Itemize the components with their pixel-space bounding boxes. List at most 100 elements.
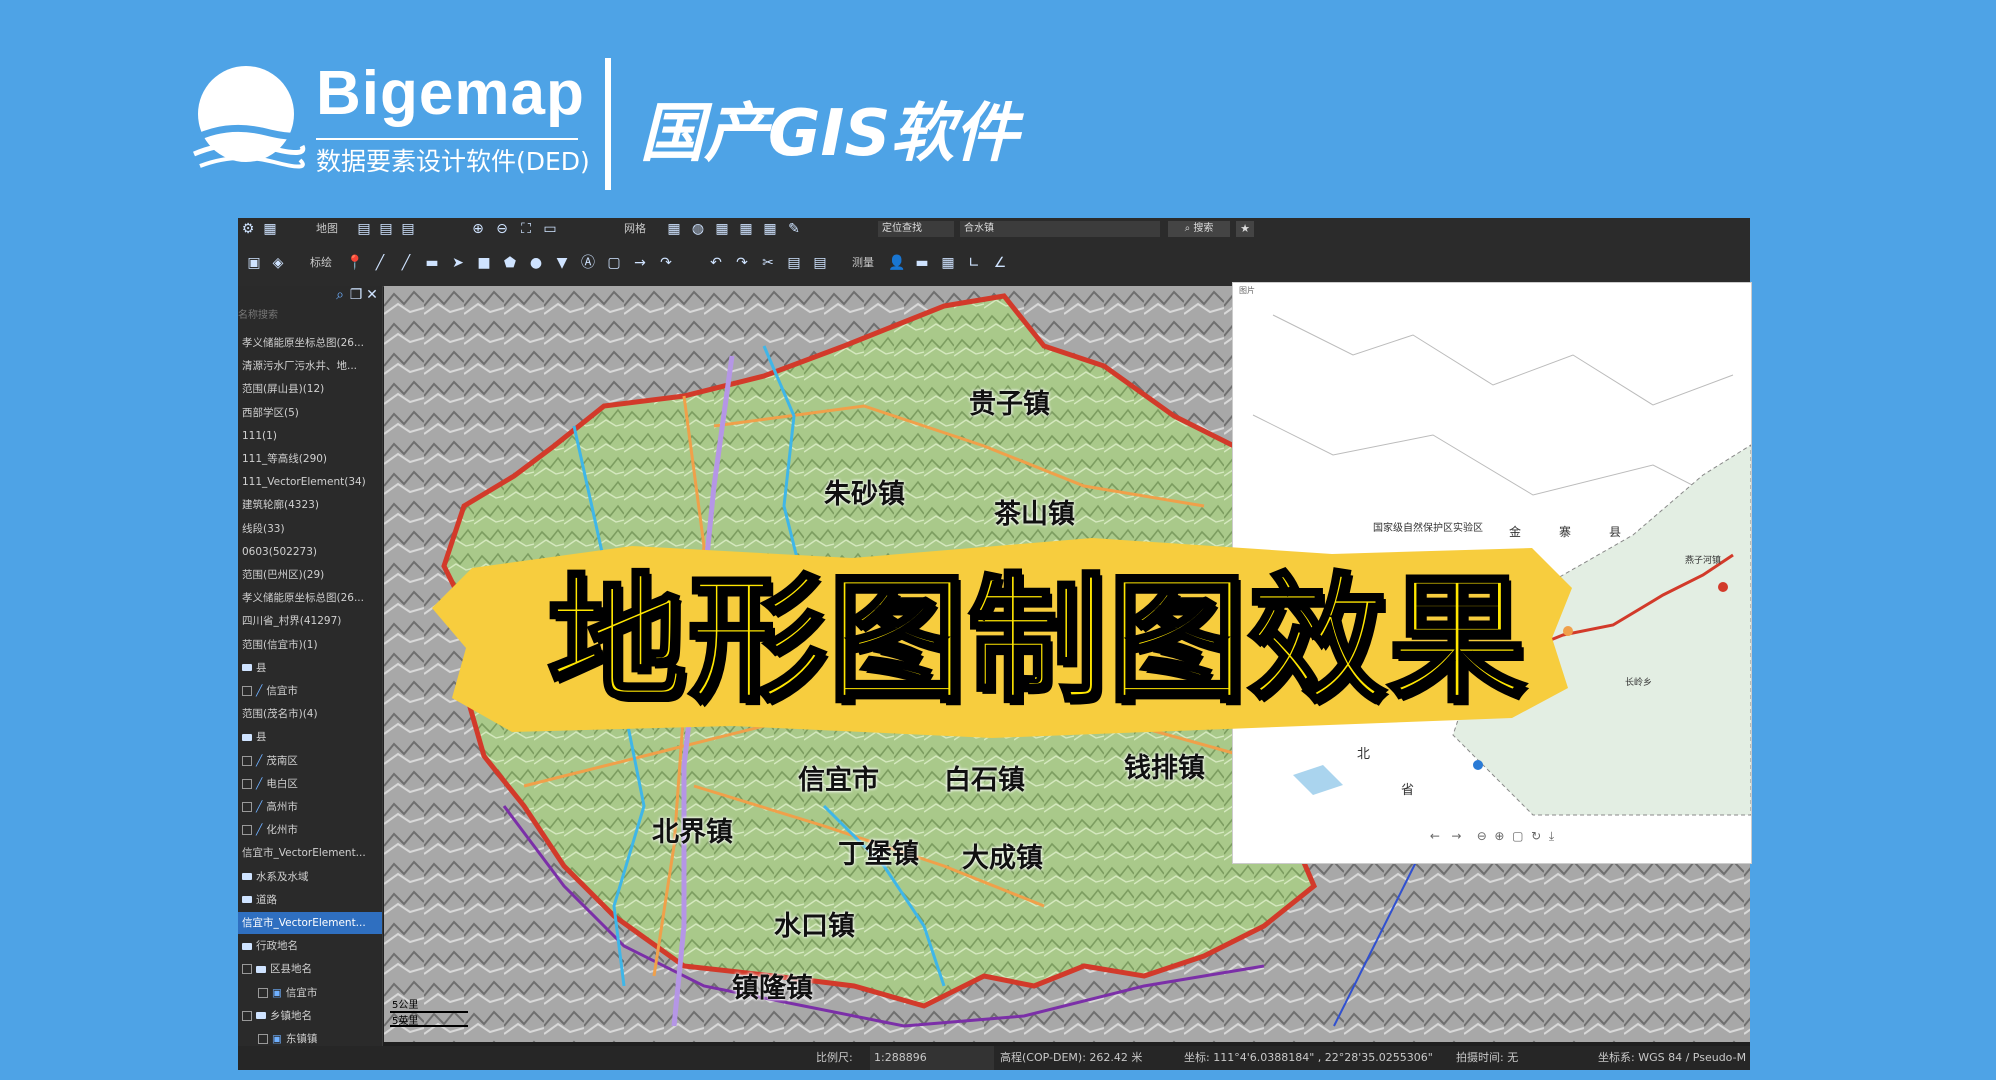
layer-item[interactable]: 信宜市_VectorElement... — [238, 842, 382, 864]
grid-icon[interactable]: ▦ — [738, 221, 754, 237]
search-icon[interactable]: ⌕ — [332, 287, 348, 303]
redo-icon[interactable]: ↷ — [734, 255, 750, 271]
measure-icon[interactable]: ▦ — [940, 255, 956, 271]
restore-icon[interactable]: ❐ — [348, 287, 364, 303]
search-button[interactable]: ⌕ 搜索 — [1168, 221, 1230, 237]
layer-item[interactable]: 清源污水厂污水井、地... — [238, 355, 382, 377]
undo-icon[interactable]: ↶ — [708, 255, 724, 271]
grid-icon[interactable]: ▦ — [666, 221, 682, 237]
scale-select[interactable]: 1:288896 — [870, 1046, 994, 1070]
image-icon[interactable]: ▣ — [246, 255, 262, 271]
layer-item[interactable]: ╱ 高州市 — [238, 796, 382, 818]
layer-item[interactable]: ╱ 信宜市 — [238, 680, 382, 702]
layer-item[interactable]: 范围(信宜市)(1) — [238, 634, 382, 656]
checkbox-icon[interactable] — [258, 987, 268, 998]
layer-item[interactable]: 111(1) — [238, 425, 382, 447]
layer-item[interactable]: 范围(屏山县)(12) — [238, 378, 382, 400]
checkbox-icon[interactable] — [242, 964, 252, 975]
layer-item[interactable]: 县 — [238, 726, 382, 748]
layer-item[interactable]: ╱ 茂南区 — [238, 750, 382, 772]
measure-icon[interactable]: ▬ — [914, 255, 930, 271]
layer-item[interactable]: 西部学区(5) — [238, 402, 382, 424]
close-icon[interactable]: ✕ — [364, 287, 380, 303]
layer-item[interactable]: 乡镇地名 — [238, 1005, 382, 1027]
zoom-out-icon[interactable]: ⊖ — [494, 221, 510, 237]
rect-icon[interactable]: ▬ — [424, 255, 440, 271]
angle-icon[interactable]: ∟ — [966, 255, 982, 271]
zoom-in-icon[interactable]: ⊕ — [1494, 829, 1504, 843]
layer-item[interactable]: ╱ 化州市 — [238, 819, 382, 841]
layer-icon[interactable]: ▤ — [378, 221, 394, 237]
paste-icon[interactable]: ▤ — [812, 255, 828, 271]
layer-item[interactable]: 范围(巴州区)(29) — [238, 564, 382, 586]
fit-icon[interactable]: ▢ — [1512, 829, 1523, 843]
arrow-icon[interactable]: → — [632, 255, 648, 271]
layer-item[interactable]: 区县地名 — [238, 958, 382, 980]
frame-icon[interactable]: ▢ — [606, 255, 622, 271]
town-label: 镇隆镇 — [732, 973, 813, 1004]
person-icon[interactable]: 👤 — [888, 255, 905, 271]
curve-icon[interactable]: ↷ — [658, 255, 674, 271]
layer-search-input[interactable]: 名称搜索 — [238, 304, 382, 328]
polygon-icon[interactable]: ⬟ — [502, 255, 518, 271]
checkbox-icon[interactable] — [242, 1010, 252, 1021]
globe-icon[interactable]: ◍ — [690, 221, 706, 237]
layer-item[interactable]: 孝义储能原坐标总图(26... — [238, 587, 382, 609]
locate-mode-select[interactable]: 定位查找 — [878, 221, 954, 237]
layer-item[interactable]: 行政地名 — [238, 935, 382, 957]
layer-item[interactable]: ▣ 信宜市 — [238, 982, 398, 1004]
layer-item[interactable]: 111_等高线(290) — [238, 448, 382, 470]
shape-icon[interactable]: ▼ — [554, 255, 570, 271]
pin-icon[interactable]: 📍 — [346, 255, 363, 271]
checkbox-icon[interactable] — [242, 778, 252, 789]
grid-menu-label[interactable]: 网格 — [624, 221, 646, 237]
star-icon[interactable]: ★ — [1236, 221, 1254, 237]
layer-icon[interactable]: ◈ — [270, 255, 286, 271]
layer-item[interactable]: 孝义储能原坐标总图(26... — [238, 332, 382, 354]
brush-icon[interactable]: ✎ — [786, 221, 802, 237]
circle-icon[interactable]: ● — [528, 255, 544, 271]
grid-icon[interactable]: ▦ — [762, 221, 778, 237]
map-icon[interactable]: ▦ — [262, 221, 278, 237]
extent-icon[interactable]: ⛶ — [518, 221, 534, 237]
layer-item[interactable]: 县 — [238, 657, 382, 679]
copy-icon[interactable]: ▤ — [786, 255, 802, 271]
angle-icon[interactable]: ∠ — [992, 255, 1008, 271]
inset-label: 燕子河镇 — [1685, 556, 1722, 566]
layer-item[interactable]: 范围(茂名市)(4) — [238, 703, 382, 725]
layer-item[interactable]: ╱ 电白区 — [238, 773, 382, 795]
layer-item[interactable]: 道路 — [238, 889, 382, 911]
grid-icon[interactable]: ▦ — [714, 221, 730, 237]
select-icon[interactable]: ▭ — [542, 221, 558, 237]
settings-icon[interactable]: ⚙ — [240, 221, 256, 237]
rect-icon[interactable]: ■ — [476, 255, 492, 271]
search-input[interactable]: 合水镇 — [960, 221, 1160, 237]
prev-icon[interactable]: ← — [1430, 829, 1440, 843]
line-icon[interactable]: ╱ — [372, 255, 388, 271]
layer-item[interactable]: 0603(502273) — [238, 541, 382, 563]
next-icon[interactable]: → — [1451, 829, 1461, 843]
layer-item[interactable]: 线段(33) — [238, 518, 382, 540]
rotate-icon[interactable]: ↻ — [1531, 829, 1541, 843]
line-icon[interactable]: ╱ — [398, 255, 414, 271]
cut-icon[interactable]: ✂ — [760, 255, 776, 271]
layer-item[interactable]: 信宜市_VectorElement... — [238, 912, 382, 934]
text-icon[interactable]: Ⓐ — [580, 255, 596, 271]
checkbox-icon[interactable] — [242, 755, 252, 766]
layer-icon[interactable]: ▤ — [356, 221, 372, 237]
checkbox-icon[interactable] — [258, 1034, 268, 1044]
checkbox-icon[interactable] — [242, 825, 252, 836]
layer-icon[interactable]: ▤ — [400, 221, 416, 237]
checkbox-icon[interactable] — [242, 802, 252, 812]
zoom-out-icon[interactable]: ⊖ — [1477, 829, 1487, 843]
layer-label: 区县地名 — [270, 963, 312, 976]
layer-item[interactable]: 水系及水域 — [238, 866, 382, 888]
arrow-icon[interactable]: ➤ — [450, 255, 466, 271]
checkbox-icon[interactable] — [242, 686, 252, 696]
layer-item[interactable]: 建筑轮廓(4323) — [238, 494, 382, 516]
layer-item[interactable]: 四川省_村界(41297) — [238, 610, 382, 632]
download-icon[interactable]: ⤓ — [1549, 829, 1554, 843]
map-menu-label[interactable]: 地图 — [316, 221, 338, 237]
zoom-in-icon[interactable]: ⊕ — [470, 221, 486, 237]
layer-item[interactable]: 111_VectorElement(34) — [238, 471, 382, 493]
